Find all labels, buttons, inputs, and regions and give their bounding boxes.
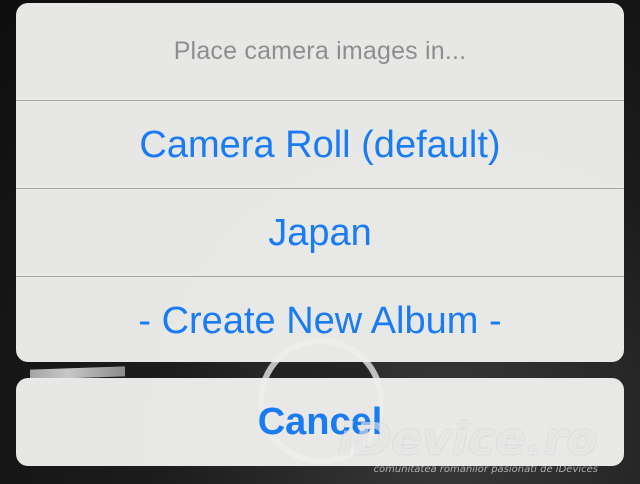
option-create-new-album-button[interactable]: - Create New Album - [16,277,624,362]
option-camera-roll-button[interactable]: Camera Roll (default) [16,101,624,189]
cancel-button[interactable]: Cancel [16,378,624,466]
action-sheet-title: Place camera images in... [173,37,467,65]
action-sheet: Place camera images in... Camera Roll (d… [16,3,624,362]
option-japan-album-button[interactable]: Japan [16,189,624,277]
